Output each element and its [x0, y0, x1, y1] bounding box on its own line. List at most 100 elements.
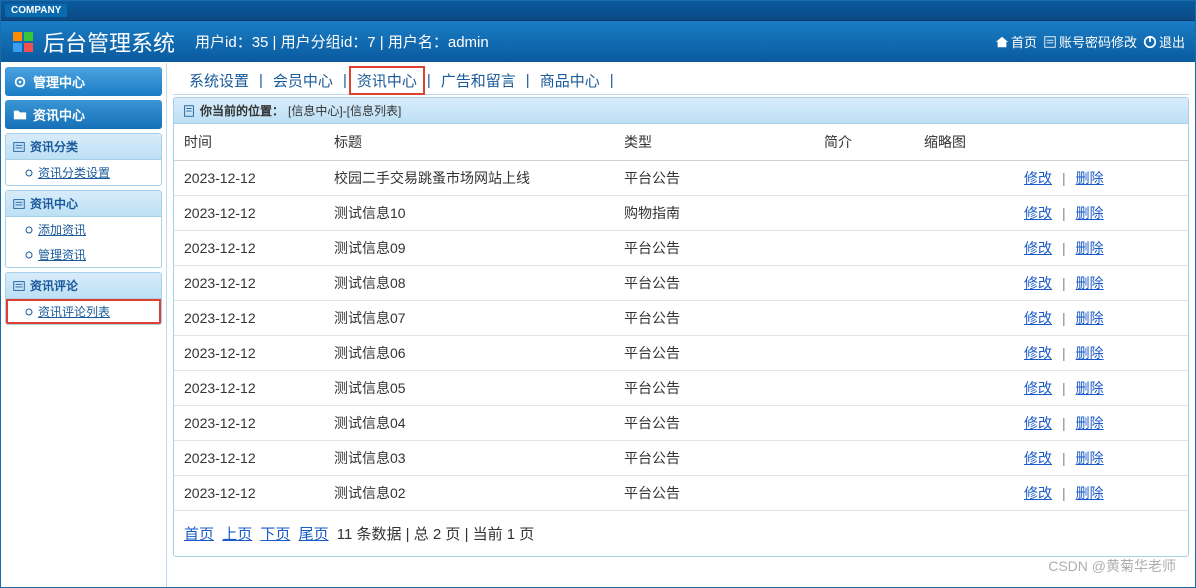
edit-link[interactable]: 修改 — [1024, 170, 1052, 186]
sidebar-block-title: 资讯中心 — [30, 195, 78, 212]
table-row: 2023-12-12测试信息10购物指南修改|删除 — [174, 196, 1188, 231]
table-cell-date: 2023-12-12 — [174, 196, 324, 231]
sidebar-section-head-label: 资讯中心 — [33, 105, 85, 124]
nav-separator: | — [259, 72, 263, 89]
pager-prev[interactable]: 上页 — [222, 526, 252, 543]
table-cell-title: 测试信息10 — [324, 196, 614, 231]
edit-link[interactable]: 修改 — [1024, 380, 1052, 396]
table-cell-type: 平台公告 — [614, 336, 814, 371]
table-cell-date: 2023-12-12 — [174, 336, 324, 371]
table-cell-title: 测试信息04 — [324, 406, 614, 441]
table-cell-intro — [814, 406, 914, 441]
edit-link[interactable]: 修改 — [1024, 450, 1052, 466]
topnav-item[interactable]: 广告和留言 — [435, 68, 522, 93]
table-header: 时间 — [174, 124, 324, 161]
delete-link[interactable]: 删除 — [1076, 170, 1104, 186]
user-info: 用户id：35 | 用户分组id：7 | 用户名：admin — [195, 31, 489, 52]
table-cell-title: 测试信息07 — [324, 301, 614, 336]
table-cell-type: 平台公告 — [614, 441, 814, 476]
table-cell-actions: 修改 | 删除 — [1014, 161, 1188, 196]
table-cell-actions: 修改|删除 — [1014, 406, 1188, 441]
table-cell-intro — [814, 441, 914, 476]
table-cell-thumb — [914, 266, 1014, 301]
delete-link[interactable]: 删除 — [1076, 275, 1104, 291]
edit-link[interactable]: 修改 — [1024, 415, 1052, 431]
delete-link[interactable]: 删除 — [1076, 240, 1104, 256]
delete-link[interactable]: 删除 — [1076, 380, 1104, 396]
sidebar-item-link[interactable]: 管理资讯 — [38, 246, 86, 263]
edit-link[interactable]: 修改 — [1024, 240, 1052, 256]
table-cell-title: 测试信息05 — [324, 371, 614, 406]
sidebar-item[interactable]: 资讯评论列表 — [6, 299, 161, 324]
pager-next[interactable]: 下页 — [260, 526, 290, 543]
table-row: 2023-12-12测试信息05平台公告修改|删除 — [174, 371, 1188, 406]
table-cell-intro — [814, 301, 914, 336]
table-cell-type: 平台公告 — [614, 301, 814, 336]
topnav-item[interactable]: 系统设置 — [183, 68, 255, 93]
watermark: CSDN @黄菊华老师 — [1048, 556, 1176, 576]
table-cell-actions: 修改 | 删除 — [1014, 476, 1188, 511]
edit-link[interactable]: 修改 — [1024, 205, 1052, 221]
table-header: 类型 — [614, 124, 814, 161]
data-table: 时间标题类型简介缩略图 2023-12-12校园二手交易跳蚤市场网站上线平台公告… — [174, 124, 1188, 511]
table-cell-thumb — [914, 161, 1014, 196]
logout-link[interactable]: 退出 — [1143, 32, 1185, 51]
content-box: 你当前的位置：[信息中心]-[信息列表] 时间标题类型简介缩略图 2023-12… — [173, 97, 1189, 557]
sidebar-main-head: 管理中心 — [5, 67, 162, 96]
table-cell-date: 2023-12-12 — [174, 266, 324, 301]
sidebar-item-link[interactable]: 资讯分类设置 — [38, 164, 110, 181]
logout-link-label: 退出 — [1159, 32, 1185, 51]
table-cell-date: 2023-12-12 — [174, 476, 324, 511]
table-cell-thumb — [914, 301, 1014, 336]
folder-icon — [13, 108, 27, 122]
delete-link[interactable]: 删除 — [1076, 205, 1104, 221]
action-separator: | — [1062, 450, 1066, 466]
table-cell-intro — [814, 476, 914, 511]
table-row: 2023-12-12测试信息09平台公告修改|删除 — [174, 231, 1188, 266]
sidebar-item[interactable]: 资讯分类设置 — [6, 160, 161, 185]
nav-separator: | — [427, 72, 431, 89]
sidebar-block: 资讯中心添加资讯管理资讯 — [5, 190, 162, 268]
delete-link[interactable]: 删除 — [1076, 345, 1104, 361]
table-cell-actions: 修改|删除 — [1014, 336, 1188, 371]
action-separator: | — [1062, 485, 1066, 501]
topnav-item[interactable]: 资讯中心 — [351, 68, 423, 93]
sidebar-item-link[interactable]: 资讯评论列表 — [38, 303, 110, 320]
table-cell-type: 平台公告 — [614, 371, 814, 406]
sidebar-item[interactable]: 管理资讯 — [6, 242, 161, 267]
table-cell-title: 测试信息08 — [324, 266, 614, 301]
action-separator: | — [1062, 170, 1066, 186]
table-header: 标题 — [324, 124, 614, 161]
table-cell-thumb — [914, 371, 1014, 406]
sidebar-block-head: 资讯分类 — [6, 134, 161, 160]
list-icon — [1043, 35, 1057, 49]
sidebar: 管理中心 资讯中心 资讯分类资讯分类设置资讯中心添加资讯管理资讯资讯评论资讯评论… — [1, 63, 167, 587]
sidebar-item-link[interactable]: 添加资讯 — [38, 221, 86, 238]
edit-link[interactable]: 修改 — [1024, 275, 1052, 291]
home-icon — [995, 35, 1009, 49]
sidebar-block-title: 资讯评论 — [30, 277, 78, 294]
table-row: 2023-12-12测试信息03平台公告修改|删除 — [174, 441, 1188, 476]
edit-link[interactable]: 修改 — [1024, 310, 1052, 326]
table-cell-type: 平台公告 — [614, 231, 814, 266]
sidebar-block-title: 资讯分类 — [30, 138, 78, 155]
edit-link[interactable]: 修改 — [1024, 345, 1052, 361]
topnav-item[interactable]: 会员中心 — [267, 68, 339, 93]
action-separator: | — [1062, 205, 1066, 221]
pager-first[interactable]: 首页 — [184, 526, 214, 543]
topnav-item[interactable]: 商品中心 — [534, 68, 606, 93]
sidebar-item[interactable]: 添加资讯 — [6, 217, 161, 242]
table-cell-actions: 修改 | 删除 — [1014, 441, 1188, 476]
sidebar-block-head: 资讯中心 — [6, 191, 161, 217]
delete-link[interactable]: 删除 — [1076, 415, 1104, 431]
table-cell-actions: 修改 | 删除 — [1014, 196, 1188, 231]
delete-link[interactable]: 删除 — [1076, 450, 1104, 466]
table-cell-thumb — [914, 336, 1014, 371]
table-row: 2023-12-12测试信息06平台公告修改|删除 — [174, 336, 1188, 371]
delete-link[interactable]: 删除 — [1076, 310, 1104, 326]
edit-link[interactable]: 修改 — [1024, 485, 1052, 501]
password-link[interactable]: 账号密码修改 — [1043, 32, 1137, 51]
delete-link[interactable]: 删除 — [1076, 485, 1104, 501]
home-link[interactable]: 首页 — [995, 32, 1037, 51]
pager-last[interactable]: 尾页 — [299, 526, 329, 543]
